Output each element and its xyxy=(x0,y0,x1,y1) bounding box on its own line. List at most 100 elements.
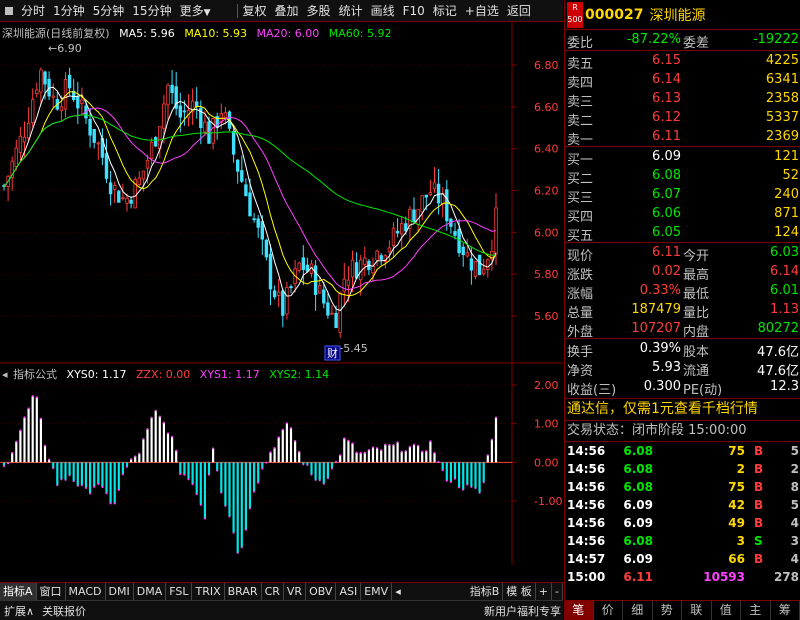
quote-tab[interactable]: 筹 xyxy=(771,601,800,620)
candle-body xyxy=(260,221,264,240)
fund-value: 5.93 xyxy=(652,360,681,375)
tab-indicator-b[interactable]: 指标B xyxy=(467,583,504,600)
candle-body xyxy=(248,192,252,217)
quote-tab[interactable]: 笔 xyxy=(564,601,594,620)
related-quote-button[interactable]: 关联报价 xyxy=(38,603,90,619)
bid-price: 6.08 xyxy=(652,168,681,183)
candle-body xyxy=(92,128,96,143)
bid-price: 6.09 xyxy=(652,149,681,164)
tab-obv[interactable]: OBV xyxy=(306,583,337,600)
candle-body xyxy=(289,286,293,288)
indicator-dot xyxy=(117,489,120,492)
tab-trix[interactable]: TRIX xyxy=(192,583,225,600)
ask-row[interactable]: 卖二 6.12 5337 xyxy=(565,109,800,129)
indicator-title[interactable]: 指标公式 xyxy=(13,368,57,381)
tab-fsl[interactable]: FSL xyxy=(166,583,193,600)
tick-volume: 2 xyxy=(736,462,745,476)
quote-tab[interactable]: 联 xyxy=(682,601,712,620)
tab-brar[interactable]: BRAR xyxy=(225,583,262,600)
tab-macd[interactable]: MACD xyxy=(66,583,106,600)
tab-5min[interactable]: 5分钟 xyxy=(89,0,129,22)
fuquan-button[interactable]: 复权 xyxy=(239,0,271,22)
bottom-bar: 扩展∧ 关联报价 新用户福利专享 xyxy=(0,600,563,620)
bid-row[interactable]: 买五 6.05 124 xyxy=(565,224,800,244)
tick-row: 14:56 6.09 49 B 4 xyxy=(565,514,800,532)
financial-report-icon[interactable]: 财 xyxy=(327,346,338,360)
indicator-dot xyxy=(167,432,169,435)
candle-body xyxy=(297,262,301,271)
indicator-collapse-icon[interactable]: ◂ xyxy=(2,368,8,381)
multi-stock-button[interactable]: 多股 xyxy=(303,0,335,22)
bid-row[interactable]: 买一 6.09 121 xyxy=(565,148,800,168)
tick-count: 4 xyxy=(790,552,799,566)
quote-tab[interactable]: 细 xyxy=(623,601,653,620)
bid-row[interactable]: 买二 6.08 52 xyxy=(565,167,800,187)
candle-body xyxy=(469,258,474,271)
tab-1min[interactable]: 1分钟 xyxy=(49,0,89,22)
tab-cr[interactable]: CR xyxy=(262,583,284,600)
more-button[interactable]: 更多▼ xyxy=(176,0,215,22)
tab-window[interactable]: 窗口 xyxy=(37,583,66,600)
divider xyxy=(565,242,800,243)
ask-row[interactable]: 卖四 6.14 6341 xyxy=(565,71,800,91)
overlay-button[interactable]: 叠加 xyxy=(271,0,303,22)
tick-side: B xyxy=(754,462,764,476)
remove-window-button[interactable]: - xyxy=(552,583,563,600)
bid-row[interactable]: 买四 6.06 871 xyxy=(565,205,800,225)
tab-indicator-a[interactable]: 指标A xyxy=(0,583,37,600)
stat-label: 量比 xyxy=(683,306,710,321)
quote-tab[interactable]: 主 xyxy=(741,601,771,620)
bid-label: 买四 xyxy=(567,210,594,225)
stats-button[interactable]: 统计 xyxy=(335,0,367,22)
kline-chart[interactable]: 5.60 5.80 6.00 6.20 6.40 6.60 6.80 2.00 1.00 0.00… xyxy=(0,22,563,565)
candle-body xyxy=(113,184,117,190)
new-user-promo[interactable]: 新用户福利专享 xyxy=(480,603,563,619)
tick-volume: 66 xyxy=(728,552,745,566)
quote-tab[interactable]: 价 xyxy=(594,601,623,620)
indicator-dot xyxy=(490,438,493,441)
add-watchlist-button[interactable]: +自选 xyxy=(461,0,503,22)
stat-value: 6.03 xyxy=(770,245,799,260)
candle-body xyxy=(399,223,404,235)
bid-row[interactable]: 买三 6.07 240 xyxy=(565,186,800,206)
candle-body xyxy=(178,105,182,118)
candle-body xyxy=(39,69,43,93)
stat-label: 总量 xyxy=(567,306,594,321)
indicator-dot xyxy=(203,517,206,520)
tab-template[interactable]: 模 板 xyxy=(503,583,536,600)
back-button[interactable]: 返回 xyxy=(503,0,535,22)
tab-dmi[interactable]: DMI xyxy=(106,583,134,600)
f10-button[interactable]: F10 xyxy=(399,0,429,22)
ask-row[interactable]: 卖三 6.13 2358 xyxy=(565,90,800,110)
menu-square-icon[interactable] xyxy=(5,6,13,15)
tab-fenshi[interactable]: 分时 xyxy=(17,0,49,22)
weicha-label: 委差 xyxy=(683,36,710,51)
indicator-dot xyxy=(244,528,247,531)
add-window-button[interactable]: + xyxy=(536,583,553,600)
quote-tab[interactable]: 值 xyxy=(712,601,741,620)
ask-price: 6.12 xyxy=(652,110,681,125)
indicator-dot xyxy=(23,416,26,419)
tab-scroll-arrow[interactable]: ◂ xyxy=(392,583,404,600)
bid-price: 6.06 xyxy=(652,206,681,221)
tab-15min[interactable]: 15分钟 xyxy=(128,0,175,22)
indicator-dot xyxy=(138,452,141,455)
draw-line-button[interactable]: 画线 xyxy=(367,0,399,22)
ask-row[interactable]: 卖一 6.11 2369 xyxy=(565,128,800,148)
quote-tab[interactable]: 势 xyxy=(653,601,682,620)
indicator-dot xyxy=(208,473,210,476)
mark-button[interactable]: 标记 xyxy=(429,0,461,22)
tab-emv[interactable]: EMV xyxy=(361,583,393,600)
tab-asi[interactable]: ASI xyxy=(336,583,362,600)
candle-body xyxy=(256,218,260,228)
ask-row[interactable]: 卖五 6.15 4225 xyxy=(565,52,800,72)
indicator-dot xyxy=(150,416,153,419)
expand-button[interactable]: 扩展∧ xyxy=(0,603,38,619)
indicator-dot xyxy=(199,503,202,506)
promo-banner[interactable]: 通达信，仅需1元查看千档行情 xyxy=(565,399,800,420)
indicator-dot xyxy=(146,427,149,430)
stock-name: 深圳能源 xyxy=(649,7,706,24)
tab-vr[interactable]: VR xyxy=(284,583,307,600)
tab-dma[interactable]: DMA xyxy=(134,583,167,600)
tick-volume: 75 xyxy=(728,480,745,494)
